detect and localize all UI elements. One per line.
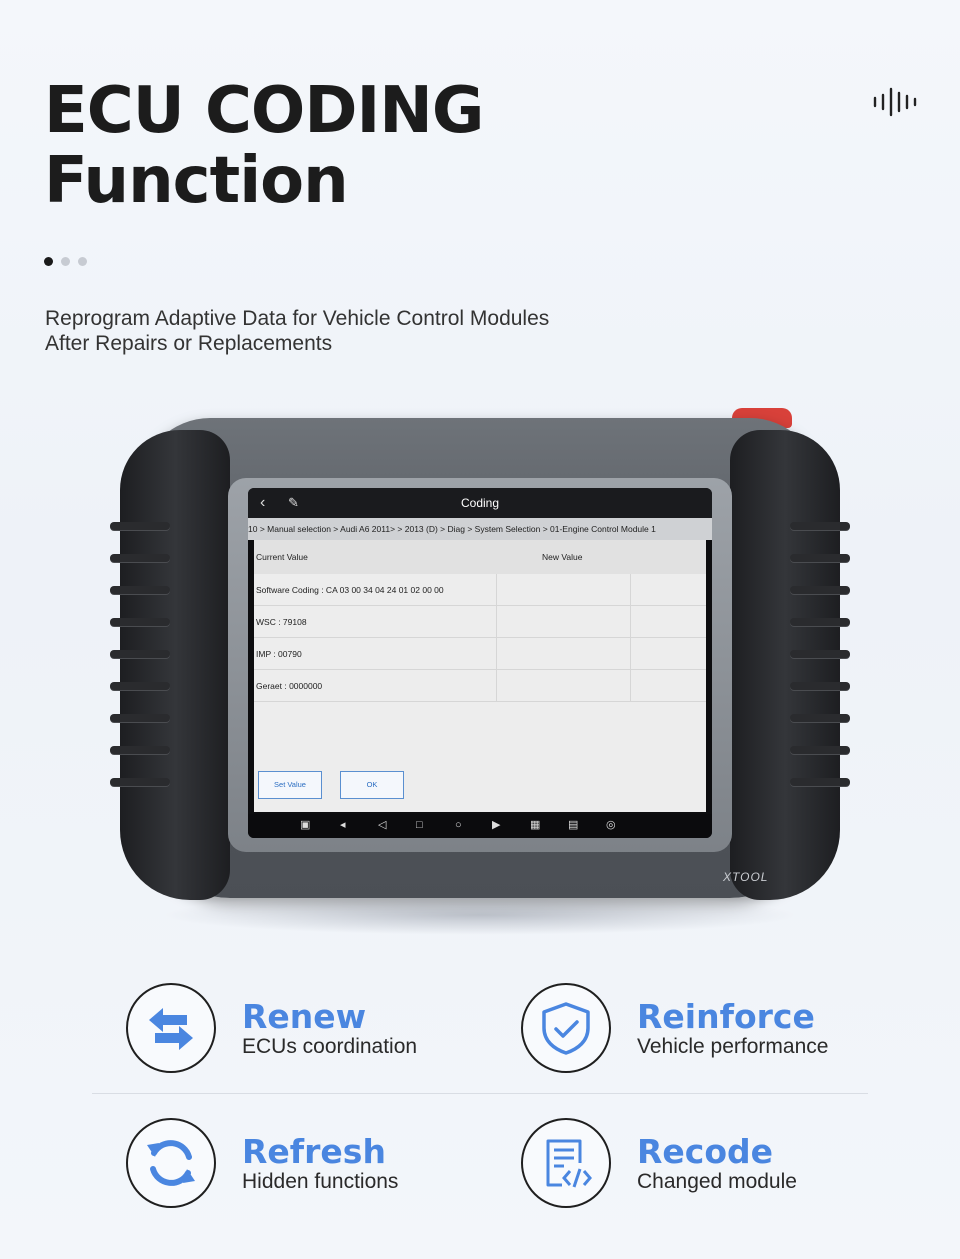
grip-rib [110, 746, 170, 754]
feature-icon-circle [521, 1118, 611, 1208]
feature-renew: Renew ECUs coordination [126, 983, 486, 1083]
feature-title: Reinforce [637, 997, 815, 1036]
grip-rib [790, 618, 850, 626]
left-grip [110, 430, 230, 900]
feature-icon-circle [126, 983, 216, 1073]
column-divider [496, 574, 497, 702]
row-value: IMP : 00790 [256, 649, 302, 659]
grip-rib [790, 554, 850, 562]
vci-icon[interactable]: ▦ [530, 819, 540, 831]
feature-title: Renew [242, 997, 367, 1036]
grip-rib [110, 554, 170, 562]
recent-apps-icon[interactable]: ○ [455, 819, 462, 831]
play-icon[interactable]: ◎ [606, 819, 616, 831]
feature-icon-circle [126, 1118, 216, 1208]
page-title: ECU CODING Function [44, 74, 484, 218]
feature-icon-circle [521, 983, 611, 1073]
tablet-screen: ‹ ✎ Coding 10 > Manual selection > Audi … [248, 488, 712, 838]
grip-rib [790, 778, 850, 786]
coding-table: Current Value New Value Software Coding … [254, 540, 706, 812]
volume-down-icon[interactable]: ◂ [340, 819, 346, 831]
feature-reinforce: Reinforce Vehicle performance [521, 983, 881, 1083]
grip-rib [790, 746, 850, 754]
home-icon[interactable]: □ [416, 819, 423, 831]
grip-rib [110, 618, 170, 626]
column-current-value: Current Value [256, 552, 308, 562]
grip-rib [110, 778, 170, 786]
subtitle-line2: After Repairs or Replacements [45, 332, 333, 355]
feature-refresh: Refresh Hidden functions [126, 1118, 486, 1218]
table-row[interactable]: Software Coding : CA 03 00 34 04 24 01 0… [254, 574, 706, 606]
feature-description: Vehicle performance [637, 1035, 829, 1058]
table-header: Current Value New Value [254, 540, 706, 574]
column-new-value: New Value [542, 552, 583, 562]
grip-rib [110, 714, 170, 722]
row-value: Software Coding : CA 03 00 34 04 24 01 0… [256, 585, 444, 595]
grip-rib [110, 650, 170, 658]
feature-divider [92, 1093, 868, 1094]
app-title: Coding [460, 496, 500, 510]
grip-rib [790, 522, 850, 530]
system-nav-bar: ▣ ◂ ◁ □ ○ ▶ ▦ ▤ ◎ [248, 814, 712, 838]
app-header: ‹ ✎ Coding [248, 488, 712, 518]
page-title-line2: Function [44, 144, 349, 218]
truck-icon[interactable]: ▤ [568, 819, 578, 831]
grip-rib [790, 586, 850, 594]
brand-logo: XTOOL [723, 870, 769, 884]
swap-arrows-icon [149, 1008, 193, 1050]
shield-check-icon [542, 1002, 590, 1055]
set-value-button[interactable]: Set Value [258, 771, 322, 799]
code-document-icon [546, 1139, 592, 1188]
grip-rib [110, 586, 170, 594]
column-divider [630, 574, 631, 702]
ok-button[interactable]: OK [340, 771, 404, 799]
feature-description: Changed module [637, 1170, 797, 1193]
grip-rib [110, 522, 170, 530]
subtitle-line1: Reprogram Adaptive Data for Vehicle Cont… [45, 307, 550, 330]
right-grip [730, 430, 850, 900]
grip-rib [790, 714, 850, 722]
feature-description: Hidden functions [242, 1170, 399, 1193]
volume-up-icon[interactable]: ▶ [492, 819, 500, 831]
screenshot-icon[interactable]: ▣ [300, 819, 310, 831]
table-row[interactable]: IMP : 00790 [254, 638, 706, 670]
feature-description: ECUs coordination [242, 1035, 418, 1058]
feature-recode: Recode Changed module [521, 1118, 881, 1218]
page-subtitle: Reprogram Adaptive Data for Vehicle Cont… [45, 306, 549, 356]
carousel-dots [44, 257, 87, 266]
back-nav-icon[interactable]: ◁ [378, 819, 386, 831]
page-title-line1: ECU CODING [44, 74, 484, 148]
breadcrumb[interactable]: 10 > Manual selection > Audi A6 2011> > … [248, 518, 712, 540]
carousel-dot-1[interactable] [44, 257, 53, 266]
feature-title: Refresh [242, 1132, 386, 1171]
grip-rib [790, 650, 850, 658]
carousel-dot-2[interactable] [61, 257, 70, 266]
table-row[interactable]: Geraet : 0000000 [254, 670, 706, 702]
grip-rib [790, 682, 850, 690]
table-row[interactable]: WSC : 79108 [254, 606, 706, 638]
feature-title: Recode [637, 1132, 774, 1171]
grip-rib [110, 682, 170, 690]
diagnostic-tablet: ‹ ✎ Coding 10 > Manual selection > Audi … [100, 400, 860, 920]
row-value: WSC : 79108 [256, 617, 307, 627]
refresh-icon [147, 1140, 195, 1186]
carousel-dot-3[interactable] [78, 257, 87, 266]
sound-wave-icon [873, 87, 917, 117]
row-value: Geraet : 0000000 [256, 681, 323, 691]
